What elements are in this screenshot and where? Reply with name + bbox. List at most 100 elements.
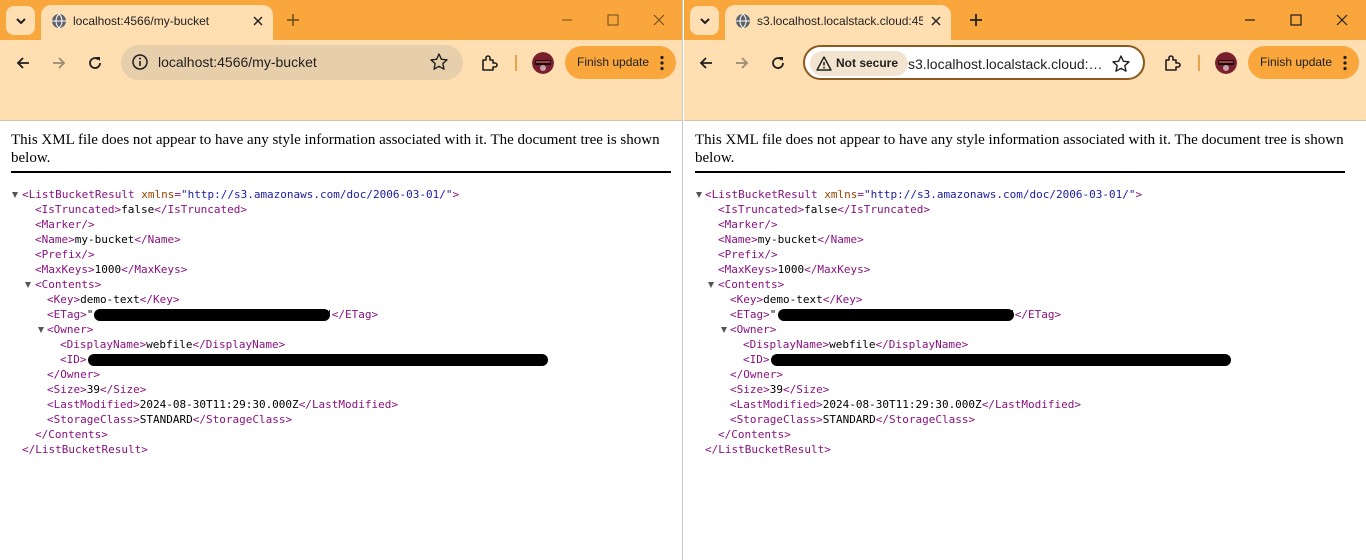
finish-update-button[interactable]: Finish update (1248, 46, 1359, 79)
xml-contents-open: <Contents> (35, 278, 102, 291)
minimize-button[interactable] (1240, 10, 1260, 30)
star-icon[interactable] (1111, 54, 1131, 74)
redaction-mark (94, 309, 330, 321)
xml-line-displayname: <DisplayName>webfile</DisplayName> (60, 338, 286, 351)
collapse-triangle-icon[interactable] (696, 192, 702, 198)
not-secure-label: Not secure (836, 56, 899, 70)
xml-contents-close: </Contents> (35, 428, 108, 441)
xml-line-key: <Key>demo-text</Key> (47, 293, 180, 306)
avatar-icon (532, 52, 554, 74)
not-secure-chip[interactable]: Not secure (810, 51, 909, 76)
extensions-button[interactable] (476, 50, 502, 76)
xml-owner-close: </Owner> (47, 368, 100, 381)
browser-chrome: localhost:4566/my-bucket localhost:4566/… (0, 0, 682, 121)
minimize-icon (1245, 19, 1255, 21)
xml-line-lastmodified: <LastModified>2024-08-30T11:29:30.000Z</… (730, 398, 1082, 411)
xml-line-istruncated: <IsTruncated>false</IsTruncated> (35, 203, 247, 216)
xml-line-storageclass: <StorageClass>STANDARD</StorageClass> (47, 413, 293, 426)
browser-chrome: s3.localhost.localstack.cloud:4566 Not s… (684, 0, 1366, 121)
finish-update-button[interactable]: Finish update (565, 46, 676, 79)
maximize-button[interactable] (1286, 10, 1306, 30)
tab-title: localhost:4566/my-bucket (73, 14, 210, 28)
redaction-mark (88, 354, 548, 366)
tab-close-button[interactable] (927, 12, 945, 30)
xml-line-marker: <Marker/> (718, 218, 778, 231)
profile-avatar[interactable] (532, 52, 554, 74)
url-text[interactable]: localhost:4566/my-bucket (158, 54, 317, 70)
xml-line-prefix: <Prefix/> (718, 248, 778, 261)
back-icon (699, 57, 712, 69)
collapse-triangle-icon[interactable] (38, 327, 44, 333)
toolbar-divider (515, 55, 517, 71)
divider (11, 171, 671, 173)
xml-contents-close: </Contents> (718, 428, 791, 441)
forward-button[interactable] (46, 50, 72, 76)
xml-line-size: <Size>39</Size> (47, 383, 147, 396)
reload-button[interactable] (82, 50, 108, 76)
xml-line-prefix: <Prefix/> (35, 248, 95, 261)
more-vert-icon (1343, 55, 1347, 71)
reload-icon (89, 57, 101, 69)
reload-button[interactable] (765, 50, 791, 76)
chevron-down-icon (15, 17, 26, 24)
xml-root-close: </ListBucketResult> (22, 443, 148, 456)
tab-active[interactable]: s3.localhost.localstack.cloud:4566 (725, 5, 951, 40)
new-tab-button[interactable] (283, 10, 303, 30)
divider (695, 171, 1345, 173)
extensions-icon (482, 55, 498, 71)
close-window-button[interactable] (649, 10, 669, 30)
xml-root-open: <ListBucketResult xmlns="http://s3.amazo… (22, 188, 460, 201)
forward-icon (53, 57, 66, 69)
minimize-button[interactable] (557, 10, 577, 30)
xml-line-storageclass: <StorageClass>STANDARD</StorageClass> (730, 413, 976, 426)
url-text[interactable]: s3.localhost.localstack.cloud:4566/my-bu… (908, 56, 1106, 72)
xml-owner-open: <Owner> (47, 323, 94, 336)
address-bar[interactable]: localhost:4566/my-bucket (121, 45, 463, 80)
redaction-mark (778, 309, 1014, 321)
redaction-mark (771, 354, 1231, 366)
xml-owner-close: </Owner> (730, 368, 783, 381)
profile-avatar[interactable] (1215, 52, 1237, 74)
address-bar[interactable]: Not secure s3.localhost.localstack.cloud… (803, 45, 1145, 80)
xml-contents-open: <Contents> (718, 278, 785, 291)
forward-icon (736, 57, 749, 69)
globe-icon (52, 13, 66, 29)
globe-icon (736, 13, 750, 29)
close-window-button[interactable] (1332, 10, 1352, 30)
close-icon (253, 16, 263, 26)
collapse-triangle-icon[interactable] (721, 327, 727, 333)
tab-search-button[interactable] (6, 6, 35, 35)
xml-root-open: <ListBucketResult xmlns="http://s3.amazo… (705, 188, 1143, 201)
maximize-button[interactable] (603, 10, 623, 30)
xml-line-maxkeys: <MaxKeys>1000</MaxKeys> (718, 263, 871, 276)
tab-close-button[interactable] (249, 12, 267, 30)
close-icon (1336, 14, 1348, 26)
reload-icon (772, 57, 784, 69)
back-button[interactable] (10, 50, 36, 76)
browser-window-right: s3.localhost.localstack.cloud:4566 Not s… (684, 0, 1366, 560)
toolbar-divider (1198, 55, 1200, 71)
chevron-down-icon (699, 17, 710, 24)
plus-icon (970, 14, 982, 26)
xml-line-maxkeys: <MaxKeys>1000</MaxKeys> (35, 263, 188, 276)
collapse-triangle-icon[interactable] (25, 282, 31, 288)
back-button[interactable] (693, 50, 719, 76)
maximize-icon (607, 14, 619, 26)
new-tab-button[interactable] (966, 10, 986, 30)
forward-button[interactable] (729, 50, 755, 76)
xml-line-displayname: <DisplayName>webfile</DisplayName> (743, 338, 969, 351)
extensions-icon (1165, 55, 1181, 71)
extensions-button[interactable] (1159, 50, 1185, 76)
info-icon[interactable] (131, 53, 149, 71)
collapse-triangle-icon[interactable] (12, 192, 18, 198)
tab-search-button[interactable] (690, 6, 719, 35)
finish-update-label: Finish update (577, 55, 650, 69)
tab-active[interactable]: localhost:4566/my-bucket (41, 5, 273, 40)
collapse-triangle-icon[interactable] (708, 282, 714, 288)
tab-title: s3.localhost.localstack.cloud:4566 (757, 14, 923, 28)
avatar-icon (1215, 52, 1237, 74)
page-content: This XML file does not appear to have an… (0, 121, 682, 560)
xml-style-notice: This XML file does not appear to have an… (11, 132, 660, 166)
star-icon[interactable] (429, 52, 449, 72)
back-icon (16, 57, 29, 69)
